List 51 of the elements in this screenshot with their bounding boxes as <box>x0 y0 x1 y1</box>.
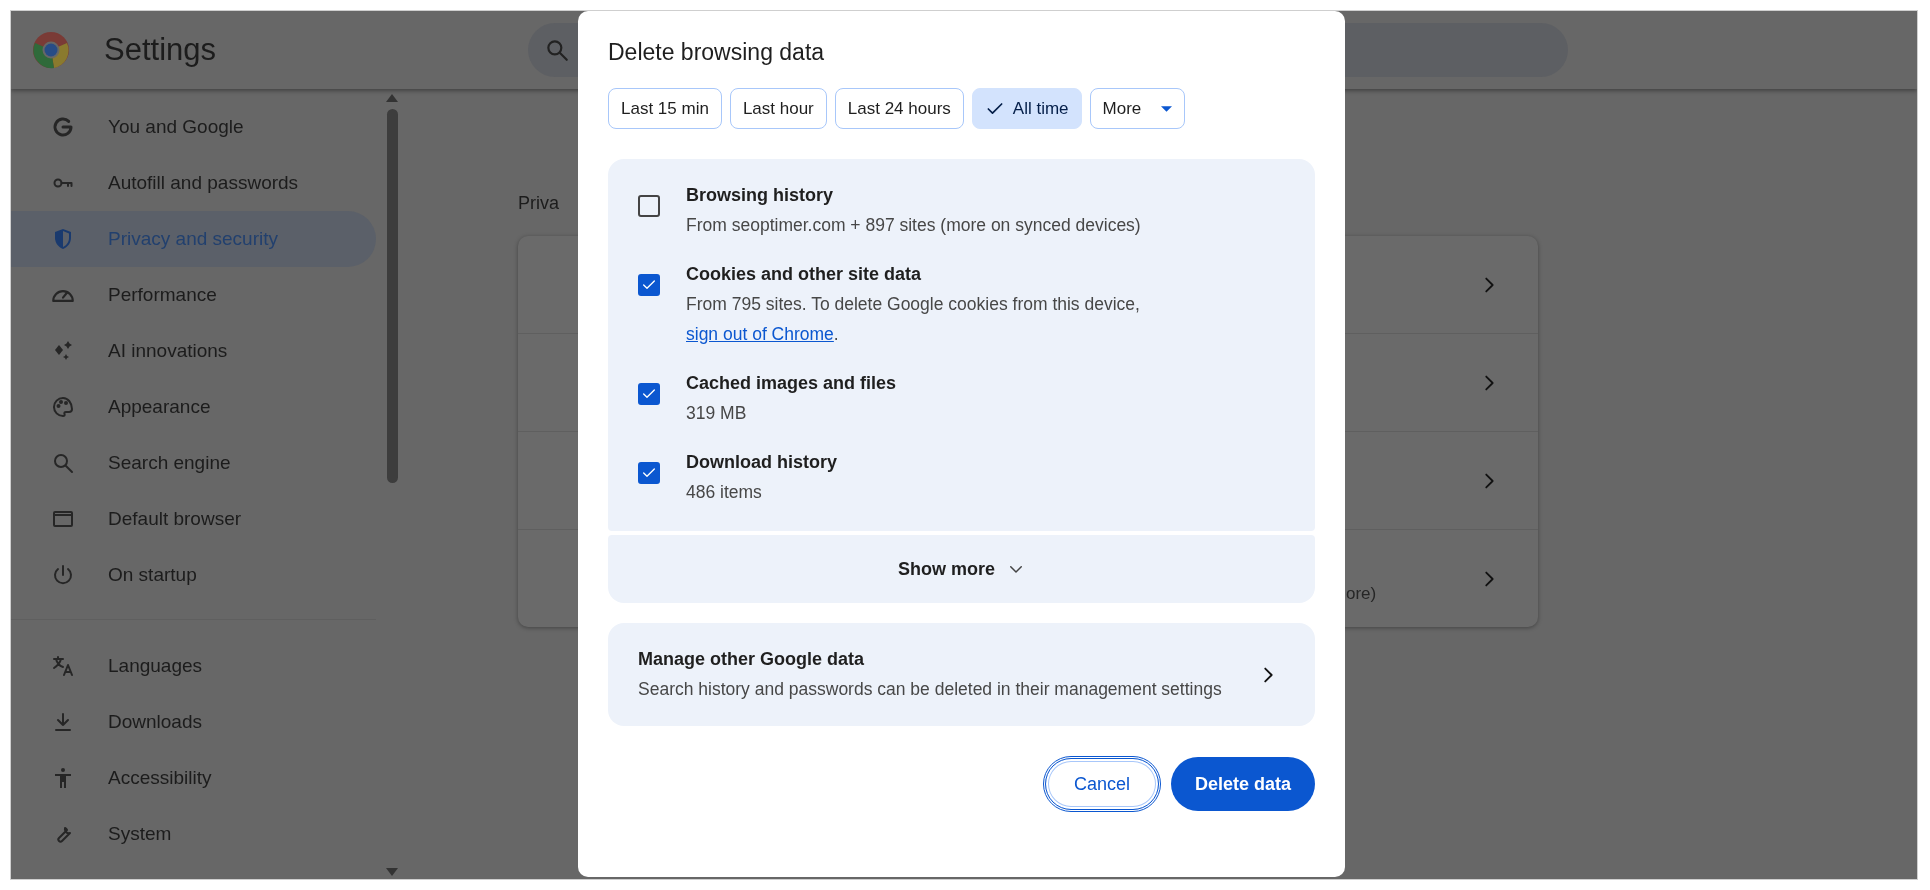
search-icon <box>51 451 75 475</box>
option-title: Download history <box>686 451 837 474</box>
checkbox[interactable] <box>638 274 660 296</box>
search-icon <box>544 37 570 63</box>
section-heading: Priva <box>518 193 559 214</box>
manage-title: Manage other Google data <box>638 648 866 671</box>
caret-icon <box>1161 105 1173 112</box>
palette-icon <box>51 395 75 419</box>
sign-out-link[interactable]: sign out of Chrome <box>686 324 834 344</box>
dialog-title: Delete browsing data <box>608 39 826 66</box>
sidebar-item[interactable]: Privacy and security <box>11 211 376 267</box>
option-title: Cookies and other site data <box>686 263 923 286</box>
option-description: From 795 sites. To delete Google cookies from this device, sign out of Chrome. <box>686 293 1141 346</box>
time-range-chip[interactable]: Last 15 min <box>608 88 722 129</box>
option-title: Browsing history <box>686 184 834 207</box>
checkbox[interactable] <box>638 195 660 217</box>
app-title: Settings <box>104 32 217 68</box>
power-icon <box>51 563 75 587</box>
checkbox[interactable] <box>638 383 660 405</box>
time-range-chip[interactable]: All time <box>971 88 1082 129</box>
time-range-chip[interactable]: Last 24 hours <box>834 88 964 129</box>
delete-data-button[interactable]: Delete data <box>1170 757 1315 811</box>
cancel-button[interactable]: Cancel <box>1042 756 1161 812</box>
checkbox[interactable] <box>638 462 660 484</box>
sidebar-item[interactable]: Default browser <box>11 491 376 547</box>
manage-description: Search history and passwords can be deleted in their management settings <box>638 678 1223 701</box>
show-more-button[interactable]: Show more <box>608 535 1315 603</box>
sidebar-item[interactable]: Downloads <box>11 694 376 750</box>
row-subtitle: ore) <box>1346 584 1377 604</box>
sidebar-item[interactable]: AI innovations <box>11 323 376 379</box>
sidebar-item[interactable]: On startup <box>11 547 376 603</box>
speedometer-icon <box>51 288 75 302</box>
sidebar-item[interactable]: Performance <box>11 267 376 323</box>
manage-data-row[interactable]: Manage other Google data Search history and passwords can be deleted in their management settings <box>608 623 1315 726</box>
option-title: Cached images and files <box>686 372 897 395</box>
sidebar-item[interactable]: You and Google <box>11 99 376 155</box>
scrollbar-thumb[interactable] <box>386 109 398 483</box>
option-description: 319 MB <box>686 402 748 425</box>
option-description: From seoptimer.com + 897 sites (more on synced devices) <box>686 214 1141 237</box>
translate-icon <box>51 654 75 678</box>
g-letter-icon <box>51 115 75 139</box>
sidebar-item[interactable]: Appearance <box>11 379 376 435</box>
circle-logo-icon <box>32 31 70 69</box>
sidebar-item[interactable]: Accessibility <box>11 750 376 806</box>
sidebar-item[interactable]: Languages <box>11 638 376 694</box>
option-description: 486 items <box>686 481 763 504</box>
time-range-dropdown[interactable]: More <box>1089 88 1186 129</box>
sidebar-item[interactable]: System <box>11 806 376 862</box>
sidebar-item[interactable]: Autofill and passwords <box>11 155 376 211</box>
time-range-chip[interactable]: Last hour <box>729 88 827 129</box>
sidebar-item[interactable]: Search engine <box>11 435 376 491</box>
